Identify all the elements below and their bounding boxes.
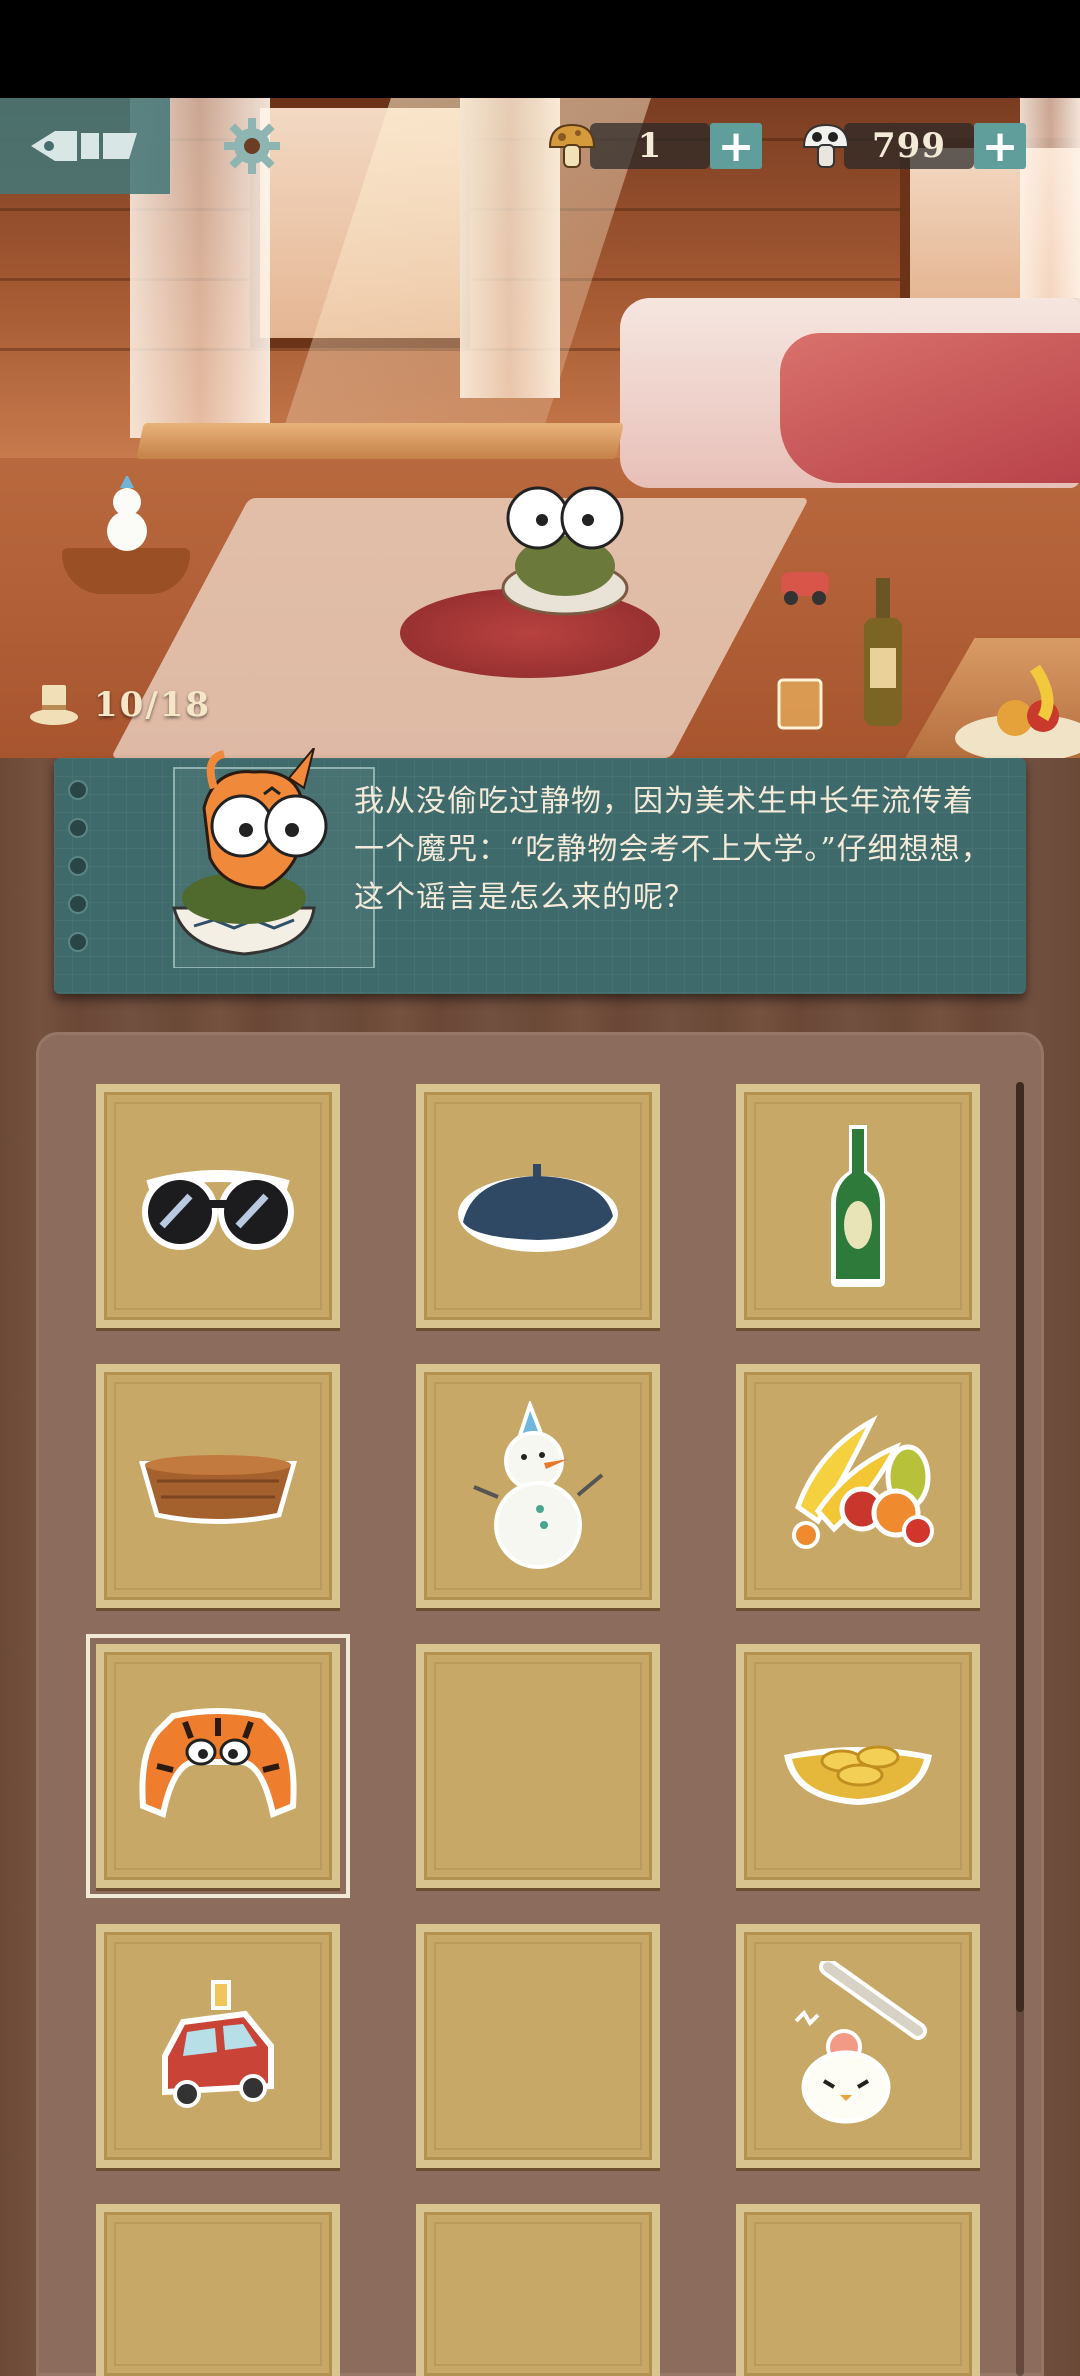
inventory-slot-empty[interactable] (416, 2204, 660, 2376)
green-bottle-icon (831, 1125, 885, 1287)
inventory-slot-toy-car[interactable] (96, 1924, 340, 2168)
dialog-box[interactable]: 我从没偷吃过静物，因为美术生中长年流传着一个魔咒：“吃静物会考不上大学。”仔细想… (54, 748, 1026, 994)
binder-hole (68, 894, 88, 914)
brown-mushroom-icon (548, 123, 596, 168)
currency-brown-mushroom: 1 + (546, 120, 762, 172)
inventory-slot-snowman[interactable] (416, 1364, 660, 1608)
scene-toy-car[interactable] (775, 558, 835, 608)
fountain-pen-icon (31, 131, 137, 161)
blanket (780, 333, 1080, 483)
beret-icon (458, 1164, 618, 1252)
scene-fruit-plate[interactable] (955, 658, 1080, 758)
binder-hole (68, 856, 88, 876)
scene-glass[interactable] (775, 676, 825, 732)
notebook-holes (68, 780, 88, 952)
egg-chick-icon (794, 1961, 927, 2124)
inventory-scrollbar[interactable] (1016, 1082, 1024, 2376)
gold-ingots-icon (784, 1745, 932, 1805)
character-portrait (172, 748, 375, 968)
scrollbar-thumb[interactable] (1016, 1082, 1024, 2012)
inventory-slot-empty[interactable] (96, 2204, 340, 2376)
top-hud: 1 + 799 + (0, 98, 1080, 194)
bench[interactable] (136, 423, 624, 459)
snowman-icon (473, 1401, 604, 1569)
currency-white-value: 799 (844, 123, 974, 169)
inventory-slot-sunglasses[interactable] (96, 1084, 340, 1328)
inventory-slot-basket[interactable] (96, 1364, 340, 1608)
inventory-slot-empty[interactable] (416, 1644, 660, 1888)
wicker-basket-icon (139, 1455, 297, 1524)
inventory-slot-gold-ingots[interactable] (736, 1644, 980, 1888)
status-bar (0, 0, 1080, 98)
currency-brown-value: 1 (590, 123, 710, 169)
add-brown-currency-button[interactable]: + (710, 121, 762, 172)
sunglasses-icon (142, 1170, 294, 1250)
inventory-slot-egg-chick[interactable] (736, 1924, 980, 2168)
inventory-slot-fruit[interactable] (736, 1364, 980, 1608)
currency-white-mushroom: 799 + (800, 120, 1026, 172)
progress-count: 10/18 (94, 685, 212, 725)
add-white-currency-button[interactable]: + (974, 121, 1026, 172)
binder-hole (68, 818, 88, 838)
white-mushroom-icon (802, 123, 850, 168)
inventory-slot-tiger-hood[interactable] (86, 1634, 350, 1898)
inventory-slot-beret[interactable] (416, 1084, 660, 1328)
toy-car-icon (162, 1980, 274, 2108)
inventory-slot-empty[interactable] (416, 1924, 660, 2168)
top-hat-icon (30, 685, 78, 725)
back-button[interactable] (0, 98, 170, 194)
tiger-hood-icon (139, 1708, 297, 1819)
inventory-slot-empty[interactable] (736, 2204, 980, 2376)
room-scene[interactable] (0, 98, 1080, 758)
gear-icon[interactable] (222, 116, 282, 176)
character-sprite[interactable] (480, 458, 650, 628)
fruit-pile-icon (792, 1414, 934, 1549)
binder-hole (68, 932, 88, 952)
scene-snowman[interactable] (92, 476, 162, 556)
scene-bottle[interactable] (858, 578, 908, 728)
collection-progress: 10/18 (28, 683, 211, 727)
binder-hole (68, 780, 88, 800)
dialog-text: 我从没偷吃过静物，因为美术生中长年流传着一个魔咒：“吃静物会考不上大学。”仔细想… (354, 784, 992, 915)
inventory-slot-bottle[interactable] (736, 1084, 980, 1328)
